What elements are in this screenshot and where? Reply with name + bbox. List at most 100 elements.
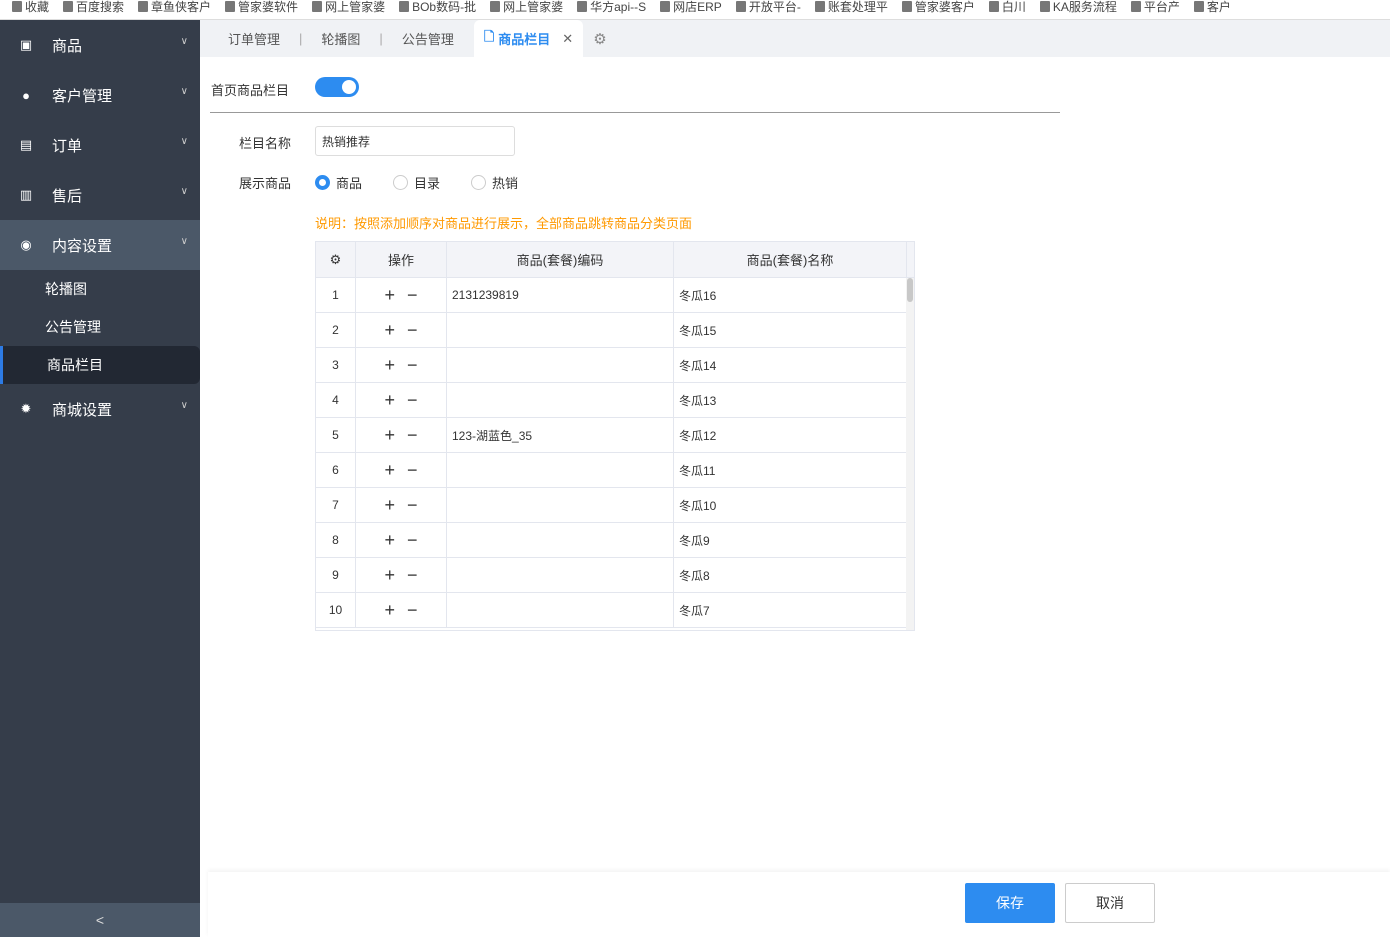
divider xyxy=(210,112,1060,113)
bookmark-item[interactable]: 开放平台- xyxy=(735,1,801,13)
column-name-input[interactable] xyxy=(315,126,515,156)
product-code xyxy=(447,383,674,417)
sidebar-item-content[interactable]: ◉ 内容设置 ∨ xyxy=(0,220,200,270)
row-index: 10 xyxy=(316,593,356,627)
table-row: 2 + − 冬瓜15 xyxy=(316,313,914,348)
bookmark-icon xyxy=(63,1,74,12)
tab-carousel[interactable]: 轮播图 xyxy=(321,20,360,57)
toggle-label: 首页商品栏目 xyxy=(211,83,290,98)
bookmark-item[interactable]: KA服务流程 xyxy=(1039,1,1117,13)
sidebar-item-aftersale[interactable]: ▥ 售后 ∨ xyxy=(0,170,200,220)
bookmark-item[interactable]: 管家婆客户 xyxy=(901,1,975,13)
bookmark-icon xyxy=(988,1,999,12)
bookmark-item[interactable]: 收藏 xyxy=(12,1,49,13)
collapse-sidebar-button[interactable]: < xyxy=(0,903,200,937)
product-name: 冬瓜11 xyxy=(674,453,907,487)
bookmark-item[interactable]: 章鱼侠客户 xyxy=(138,1,211,13)
product-name: 冬瓜16 xyxy=(674,278,907,312)
bookmark-icon xyxy=(577,1,588,12)
bookmark-item[interactable]: 网上管家婆 xyxy=(490,1,563,13)
chevron-down-icon: ∨ xyxy=(180,236,188,247)
show-label: 展示商品 xyxy=(239,176,292,191)
tab-product-column[interactable]: 🗋 商品栏目 ✕ xyxy=(473,20,584,57)
bookmark-item[interactable]: 网上管家婆 xyxy=(312,1,385,13)
remove-row-icon[interactable]: − xyxy=(407,600,418,621)
list-icon: ▤ xyxy=(19,137,33,152)
add-row-icon[interactable]: + xyxy=(384,530,395,551)
product-icon: ▣ xyxy=(19,37,33,52)
bookmark-icon xyxy=(1130,1,1141,12)
bookmark-item[interactable]: 平台产 xyxy=(1130,1,1180,13)
bookmark-item[interactable]: 账套处理平 xyxy=(814,1,888,13)
radio-product[interactable]: 商品 xyxy=(315,173,362,192)
add-row-icon[interactable]: + xyxy=(384,565,395,586)
sidebar-item-mall-settings[interactable]: ✹ 商城设置 ∨ xyxy=(0,384,200,434)
row-index: 7 xyxy=(316,488,356,522)
add-row-icon[interactable]: + xyxy=(384,390,395,411)
remove-row-icon[interactable]: − xyxy=(407,495,418,516)
row-index: 1 xyxy=(316,278,356,312)
bookmark-item[interactable]: 百度搜索 xyxy=(63,1,124,13)
product-name: 冬瓜9 xyxy=(674,523,907,557)
tab-notice[interactable]: 公告管理 xyxy=(402,20,454,57)
sidebar-item-products[interactable]: ▣ 商品 ∨ xyxy=(0,20,200,70)
add-row-icon[interactable]: + xyxy=(384,425,395,446)
add-row-icon[interactable]: + xyxy=(384,355,395,376)
row-index: 2 xyxy=(316,313,356,347)
tab-orders[interactable]: 订单管理 xyxy=(228,20,280,57)
remove-row-icon[interactable]: − xyxy=(407,320,418,341)
bookmark-item[interactable]: 客户 xyxy=(1193,1,1231,13)
table-row: 4 + − 冬瓜13 xyxy=(316,383,914,418)
clipboard-icon: ▥ xyxy=(19,187,33,202)
homepage-column-toggle[interactable] xyxy=(315,77,359,97)
remove-row-icon[interactable]: − xyxy=(407,530,418,551)
row-index: 3 xyxy=(316,348,356,382)
document-icon: 🗋 xyxy=(483,28,495,44)
row-index: 9 xyxy=(316,558,356,592)
table-settings-icon[interactable]: ⚙ xyxy=(316,242,356,277)
remove-row-icon[interactable]: − xyxy=(407,425,418,446)
bookmark-item[interactable]: 管家婆软件 xyxy=(225,1,298,13)
table-scrollbar[interactable] xyxy=(906,278,914,630)
product-name: 冬瓜7 xyxy=(674,593,907,627)
sidebar-sub-product-column[interactable]: 商品栏目 xyxy=(0,346,200,384)
bookmark-item[interactable]: BOb数码-批 xyxy=(399,1,476,13)
add-row-icon[interactable]: + xyxy=(384,600,395,621)
add-row-icon[interactable]: + xyxy=(384,320,395,341)
add-row-icon[interactable]: + xyxy=(384,460,395,481)
sidebar-item-customers[interactable]: ● 客户管理 ∨ xyxy=(0,70,200,120)
tab-bar: 订单管理 | 轮播图 | 公告管理 🗋 商品栏目 ✕ ⚙ xyxy=(200,20,1390,57)
close-icon[interactable]: ✕ xyxy=(562,31,573,47)
remove-row-icon[interactable]: − xyxy=(407,355,418,376)
bookmark-icon xyxy=(399,1,410,12)
gear-icon[interactable]: ⚙ xyxy=(593,30,606,48)
bookmark-icon xyxy=(1193,1,1204,12)
chevron-down-icon: ∨ xyxy=(180,36,188,47)
product-code xyxy=(447,313,674,347)
sidebar-sub-notice[interactable]: 公告管理 xyxy=(0,308,200,346)
remove-row-icon[interactable]: − xyxy=(407,285,418,306)
sidebar-item-orders[interactable]: ▤ 订单 ∨ xyxy=(0,120,200,170)
bookmark-icon xyxy=(490,1,501,12)
remove-row-icon[interactable]: − xyxy=(407,460,418,481)
bookmark-icon xyxy=(814,1,825,12)
eye-icon: ◉ xyxy=(20,237,32,252)
radio-hot[interactable]: 热销 xyxy=(471,173,518,192)
radio-catalog[interactable]: 目录 xyxy=(393,173,440,192)
chevron-down-icon: ∨ xyxy=(180,86,188,97)
add-row-icon[interactable]: + xyxy=(384,285,395,306)
save-button[interactable]: 保存 xyxy=(965,883,1055,923)
add-row-icon[interactable]: + xyxy=(384,495,395,516)
bookmark-item[interactable]: 白川 xyxy=(988,1,1026,13)
cancel-button[interactable]: 取消 xyxy=(1065,883,1155,923)
bookmark-item[interactable]: 网店ERP xyxy=(660,1,722,13)
product-name: 冬瓜8 xyxy=(674,558,907,592)
sidebar-sub-carousel[interactable]: 轮播图 xyxy=(0,270,200,308)
remove-row-icon[interactable]: − xyxy=(407,565,418,586)
remove-row-icon[interactable]: − xyxy=(407,390,418,411)
header-name: 商品(套餐)名称 xyxy=(674,242,907,277)
bookmark-icon xyxy=(225,1,236,12)
bookmark-item[interactable]: 华方api--S xyxy=(577,1,646,13)
product-code xyxy=(447,488,674,522)
product-code: 123-湖蓝色_35 xyxy=(447,418,674,452)
